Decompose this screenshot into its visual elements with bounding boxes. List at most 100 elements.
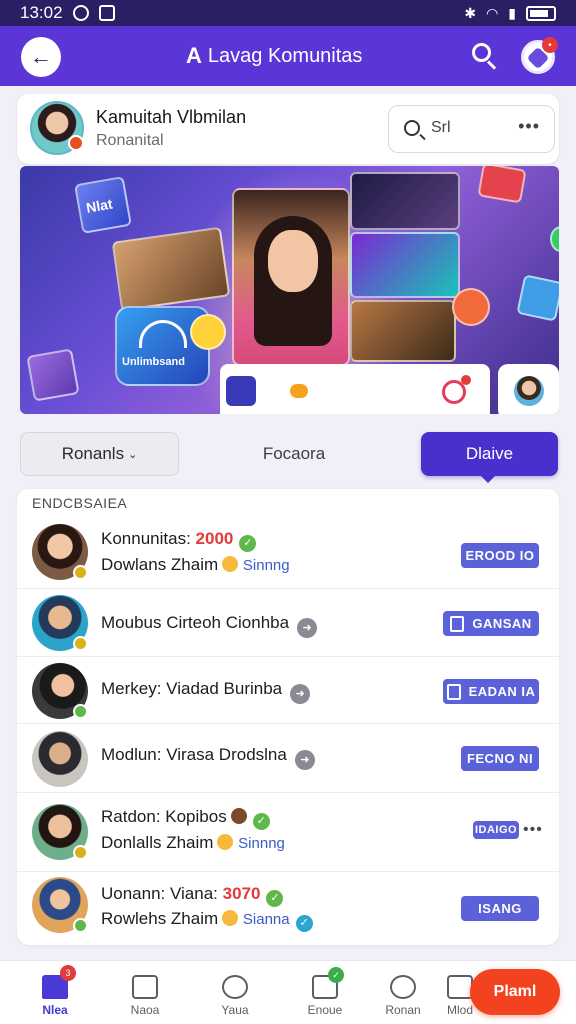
store-icon: ✓ — [312, 967, 344, 999]
wifi-icon: ◠ — [486, 4, 499, 21]
check-icon: ✓ — [266, 890, 284, 907]
status-bar: 13:02 ✱ ◠ ▮ — [0, 0, 576, 26]
follow-button[interactable]: FECNO NI — [461, 746, 539, 771]
more-options-button[interactable]: ••• — [518, 116, 540, 137]
banner-photo-1 — [350, 172, 460, 230]
smile-emoji-icon — [222, 556, 239, 572]
tab-focaora[interactable]: Focaora — [212, 432, 376, 476]
avatar — [32, 595, 88, 651]
search-icon — [472, 43, 491, 62]
ticket-icon — [26, 348, 80, 402]
home-icon: 3 — [42, 965, 76, 999]
search-button[interactable] — [470, 41, 500, 71]
notification-badge: • — [542, 37, 558, 53]
avatar — [32, 804, 88, 860]
join-button[interactable]: EADAN IA — [443, 679, 539, 704]
arrow-icon: ➜ — [297, 618, 318, 638]
search-icon — [390, 975, 416, 999]
verified-badge-icon — [73, 918, 88, 933]
nav-item-naoa[interactable]: Naoa — [115, 969, 175, 1021]
verified-badge-icon — [73, 565, 88, 580]
member-list: ENDCBSAIEA Konnunitas: 2000 ✓ Dowlans Zha… — [17, 489, 559, 945]
smile-emoji-icon — [217, 834, 234, 850]
check-icon: ✓ — [239, 535, 257, 552]
avatar — [32, 731, 88, 787]
chat-bubble-icon — [477, 166, 527, 204]
arrow-icon: ➜ — [290, 684, 311, 704]
community-name: Kamuitah Vlbmilan — [96, 107, 247, 127]
list-item[interactable]: Konnunitas: 2000 ✓ Dowlans Zhaim Sinnng E… — [17, 515, 559, 589]
nav-item-home[interactable]: 3 Nlea — [25, 965, 85, 1021]
follow-button[interactable]: ISANG — [461, 896, 539, 921]
list-item[interactable]: Uonann: Viana: 3070 ✓ Rowlehs Zhaim Siann… — [17, 872, 559, 945]
list-header: ENDCBSAIEA — [32, 495, 128, 511]
check-icon: ✓ — [295, 915, 313, 932]
page-title-text: Lavag Komunitas — [207, 44, 363, 67]
chevron-down-icon: ⌄ — [128, 448, 138, 461]
notifications-button[interactable]: • — [521, 37, 558, 74]
doc-icon — [446, 683, 461, 700]
verified-badge-icon — [73, 704, 88, 719]
search-icon — [404, 120, 420, 136]
list-item[interactable]: Merkey: Viadad Burinba ➜ EADAN IA — [17, 657, 559, 724]
banner-action-strip — [220, 364, 490, 414]
community-search-text: Srl — [431, 119, 451, 136]
list-item[interactable]: Ratdon: Kopibos ✓ Donlalls Zhaim Sinnng I… — [17, 793, 559, 872]
list-item[interactable]: Modlun: Virasa Drodslna ➜ FECNO NI — [17, 724, 559, 793]
primary-action-button[interactable]: Plaml — [470, 969, 560, 1015]
banner-photo-3 — [350, 300, 456, 362]
speaker-icon — [516, 274, 559, 322]
notification-icon — [98, 5, 115, 21]
banner-featured-person — [232, 188, 350, 366]
menu-icon — [447, 975, 473, 999]
community-subtitle: Ronanital — [96, 132, 164, 149]
avatar — [32, 663, 88, 719]
banner-tile-logo: Nlat — [74, 176, 132, 234]
more-options-button[interactable]: ••• — [523, 821, 543, 839]
banner-photo-2 — [350, 232, 460, 298]
profile-icon — [222, 975, 248, 999]
community-avatar[interactable] — [30, 101, 84, 155]
nav-item-ronan[interactable]: Ronan — [373, 969, 433, 1021]
compose-icon — [132, 975, 158, 999]
doc-icon — [450, 615, 465, 632]
data-saver-icon — [72, 5, 89, 21]
coffee-icon — [230, 808, 247, 824]
strip-pill-icon — [290, 384, 308, 398]
follow-button[interactable]: EROOD IO — [461, 543, 539, 568]
smile-emoji-icon — [222, 910, 239, 926]
follow-button[interactable]: IDAIGO — [473, 821, 519, 839]
bluetooth-icon: ✱ — [464, 4, 477, 21]
filter-tabs: Ronanls ⌄ Focaora Dlaive — [0, 432, 576, 483]
strip-app-icon[interactable] — [226, 376, 256, 406]
banner-profile-card[interactable] — [498, 364, 559, 414]
nav-item-yaua[interactable]: Yaua — [205, 969, 265, 1021]
app-logo-icon: A — [186, 43, 202, 68]
avatar — [514, 376, 544, 406]
community-banner[interactable]: Nlat Unlimbsand — [20, 166, 559, 414]
back-button[interactable]: ← — [21, 37, 61, 77]
list-item[interactable]: Moubus Cirteoh Cionhba ➜ GANSAN — [17, 589, 559, 657]
verified-badge-icon — [73, 845, 88, 860]
verified-badge-icon — [73, 636, 88, 651]
nav-item-enoue[interactable]: ✓ Enoue — [295, 967, 355, 1021]
fire-badge-icon — [68, 135, 84, 151]
join-button[interactable]: GANSAN — [443, 611, 539, 636]
avatar — [32, 524, 88, 580]
strip-user-icon[interactable] — [442, 375, 471, 404]
phone-icon — [550, 226, 559, 252]
page-title: A Lavag Komunitas — [186, 43, 362, 69]
arrow-left-icon: ← — [30, 44, 52, 69]
community-search-input[interactable]: Srl ••• — [388, 105, 555, 153]
battery-icon — [526, 5, 556, 21]
like-icon — [190, 314, 226, 350]
tab-dlaive[interactable]: Dlaive — [421, 432, 558, 483]
signal-icon: ▮ — [508, 4, 516, 21]
check-icon: ✓ — [252, 813, 270, 830]
tab-ronanls[interactable]: Ronanls ⌄ — [20, 432, 179, 476]
status-time: 13:02 — [20, 3, 63, 22]
community-header-card: Kamuitah Vlbmilan Ronanital Srl ••• — [17, 94, 559, 164]
music-icon — [452, 288, 490, 326]
arrow-icon: ➜ — [294, 750, 315, 770]
app-bar: ← A Lavag Komunitas • — [0, 26, 576, 86]
